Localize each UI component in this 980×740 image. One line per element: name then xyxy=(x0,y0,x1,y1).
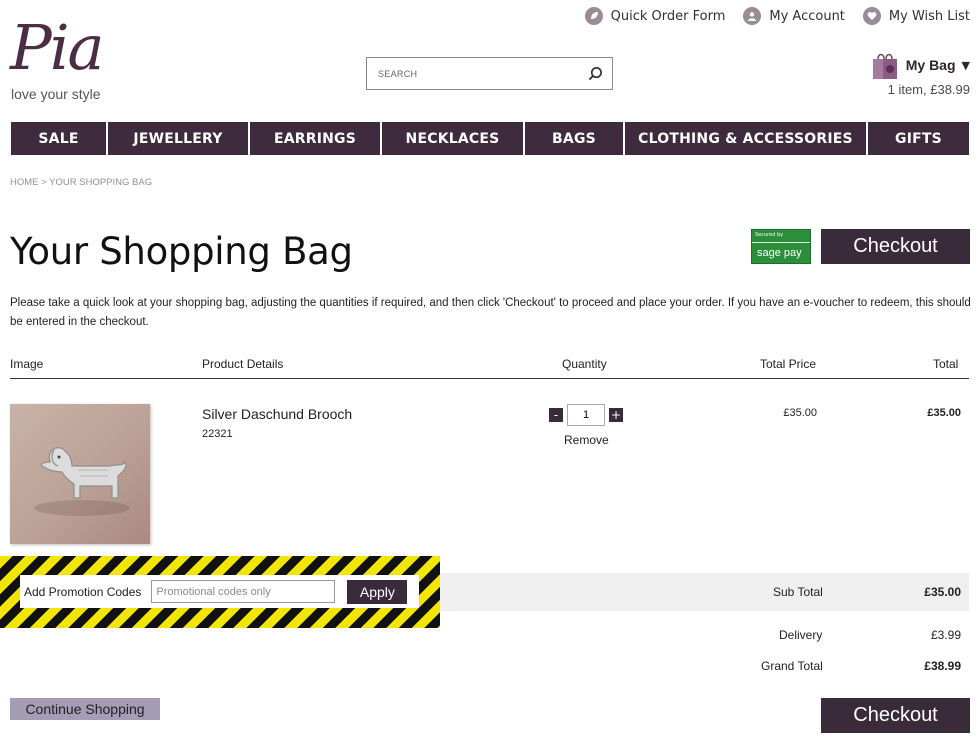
site-logo[interactable]: Pia love your style xyxy=(10,12,120,107)
nav-item-bags[interactable]: BAGS xyxy=(525,122,625,155)
logo-tagline: love your style xyxy=(11,86,101,102)
bag-summary: 1 item, £38.99 xyxy=(887,82,970,97)
subtotal-value: £35.00 xyxy=(924,585,961,599)
user-icon xyxy=(743,7,762,25)
remove-link[interactable]: Remove xyxy=(564,433,609,447)
mini-bag[interactable]: My Bag ▼ 1 item, £38.99 xyxy=(870,50,970,97)
my-account-label: My Account xyxy=(769,8,845,24)
col-total: Total xyxy=(933,357,959,371)
promo-label: Add Promotion Codes xyxy=(24,584,142,599)
product-name[interactable]: Silver Daschund Brooch xyxy=(202,406,352,422)
delivery-value: £3.99 xyxy=(930,628,961,642)
search-icon[interactable] xyxy=(588,66,603,81)
grand-total-label: Grand Total xyxy=(761,659,823,673)
product-image[interactable] xyxy=(10,404,150,544)
item-line-total: £35.00 xyxy=(927,407,961,419)
shopping-bag-icon xyxy=(872,53,897,79)
cart-table-header: Image Product Details Quantity Total Pri… xyxy=(10,357,969,379)
logo-wordmark: Pia xyxy=(10,11,105,84)
grand-total-value: £38.99 xyxy=(924,659,961,673)
checkout-button-top[interactable]: Checkout xyxy=(821,229,970,264)
promo-code-input[interactable] xyxy=(151,580,336,603)
apply-promo-button[interactable]: Apply xyxy=(347,579,408,604)
my-account-link[interactable]: My Account xyxy=(743,7,845,25)
wish-list-label: My Wish List xyxy=(888,8,970,24)
heart-icon xyxy=(862,7,881,25)
main-nav: SALE JEWELLERY EARRINGS NECKLACES BAGS C… xyxy=(11,122,969,155)
checkout-button-bottom[interactable]: Checkout xyxy=(821,698,970,733)
nav-item-necklaces[interactable]: NECKLACES xyxy=(382,122,525,155)
col-image: Image xyxy=(10,357,44,371)
search-input[interactable] xyxy=(367,58,577,89)
caret-down-icon: ▼ xyxy=(961,58,970,72)
sagepay-logo-text: sage pay xyxy=(757,247,802,259)
search-box xyxy=(366,57,613,90)
nav-item-gifts[interactable]: GIFTS xyxy=(868,122,969,155)
wish-list-link[interactable]: My Wish List xyxy=(862,7,970,25)
promo-code-form: Add Promotion Codes Apply xyxy=(20,575,419,608)
quick-order-label: Quick Order Form xyxy=(610,8,726,24)
minus-icon[interactable]: - xyxy=(549,408,563,422)
col-total-price: Total Price xyxy=(760,357,817,371)
subtotal-label: Sub Total xyxy=(773,585,823,599)
page-title: Your Shopping Bag xyxy=(10,230,353,273)
nav-item-earrings[interactable]: EARRINGS xyxy=(250,122,382,155)
continue-shopping-button[interactable]: Continue Shopping xyxy=(10,698,160,720)
product-code: 22321 xyxy=(202,428,233,440)
quick-order-link[interactable]: Quick Order Form xyxy=(584,7,726,25)
col-product-details: Product Details xyxy=(202,357,284,371)
nav-item-jewellery[interactable]: JEWELLERY xyxy=(108,122,250,155)
sagepay-secured-text: Secured by xyxy=(755,232,784,238)
intro-text: Please take a quick look at your shoppin… xyxy=(10,297,971,328)
nav-item-clothing-accessories[interactable]: CLOTHING & ACCESSORIES xyxy=(625,122,868,155)
top-links: Quick Order Form My Account My Wish List xyxy=(584,7,970,25)
promo-code-box: Add Promotion Codes Apply xyxy=(0,556,440,628)
bag-title: My Bag xyxy=(905,57,956,73)
quantity-input[interactable] xyxy=(567,404,605,426)
quantity-stepper: - + xyxy=(549,404,623,426)
col-quantity: Quantity xyxy=(562,357,607,371)
item-total-price: £35.00 xyxy=(783,407,817,419)
plus-icon[interactable]: + xyxy=(609,408,623,422)
sagepay-badge: Secured by sage pay xyxy=(751,229,811,264)
breadcrumb[interactable]: HOME > YOUR SHOPPING BAG xyxy=(10,177,152,188)
nav-item-sale[interactable]: SALE xyxy=(11,122,108,155)
delivery-label: Delivery xyxy=(779,628,823,642)
leaf-icon xyxy=(584,7,603,25)
